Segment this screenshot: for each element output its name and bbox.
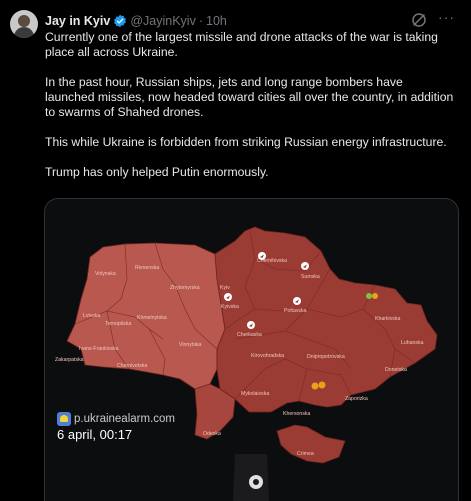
drone-marker-icon [318,381,326,389]
tweet-media-image[interactable]: Volynska Rivnenska Zhytomyrska Kyiv Kyiv… [44,198,459,501]
label-zaporizka: Zaporizka [345,396,368,402]
author-handle[interactable]: @JayinKyiv [130,14,196,28]
author-name[interactable]: Jay in Kyiv [45,14,110,28]
watermark-url: p.ukrainealarm.com [74,413,175,425]
label-donetska: Donetska [385,367,407,373]
tweet-paragraph-4: Trump has only helped Putin enormously. [45,165,269,179]
label-dnipropetrovska: Dnipropetrovska [307,354,345,360]
drone-marker-icon [366,293,372,299]
tweet-text: Currently one of the largest missile and… [45,30,455,195]
tweet-time[interactable]: 10h [206,14,227,28]
map-crimea [276,424,346,464]
label-kyiv: Kyiv [220,285,230,291]
tweet-paragraph-3: This while Ukraine is forbidden from str… [45,135,447,149]
tweet-paragraph-1: Currently one of the largest missile and… [45,30,438,59]
label-ternopilska: Ternopilska [105,321,131,327]
label-vinnytska: Vinnytska [179,342,202,348]
tweet[interactable]: Jay in Kyiv @JayinKyiv · 10h ··· Current… [0,0,471,501]
label-chernivetska: Chernivetska [117,363,147,369]
verified-badge-icon [114,14,127,28]
label-khersonska: Khersonska [283,411,311,417]
label-poltavska: Poltavska [284,308,307,314]
label-cherkaska: Cherkaska [237,332,262,338]
map-date: 6 april, 00:17 [57,427,133,442]
tweet-header: Jay in Kyiv @JayinKyiv · 10h [45,12,227,30]
label-khmelnytska: Khmelnytska [137,315,167,321]
ukrainealarm-logo-icon [57,412,71,426]
drone-marker-icon [372,293,378,299]
ukraine-alert-map: Volynska Rivnenska Zhytomyrska Kyiv Kyiv… [55,226,438,501]
label-odeska: Odeska [203,431,221,437]
missile-marker-icon [301,262,309,270]
label-ivano-frankivska: Ivano-Frankivska [79,346,119,352]
label-mykolaivska: Mykolaivska [241,391,269,397]
label-kyivska: Kyivska [221,304,239,310]
missile-marker-icon [224,293,232,301]
separator-dot: · [198,14,203,28]
label-sumska: Sumska [301,274,320,280]
label-volynska: Volynska [95,271,116,277]
label-lvivska: Lvivska [83,313,100,319]
avatar-body [14,27,34,38]
map-watermark: p.ukrainealarm.com [57,412,175,426]
label-rivnenska: Rivnenska [135,265,159,271]
avatar[interactable] [10,10,38,38]
label-zakarpatska: Zakarpatska [55,357,84,363]
avatar-head [18,15,30,27]
label-crimea: Crimea [297,451,314,457]
drone-marker-icon [311,382,319,390]
label-luhanska: Luhanska [401,340,424,346]
label-zhytomyrska: Zhytomyrska [170,285,200,291]
tweet-paragraph-2: In the past hour, Russian ships, jets an… [45,75,454,119]
missile-marker-icon [293,297,301,305]
more-options-icon[interactable]: ··· [438,9,455,25]
map-east [214,226,438,413]
grok-icon[interactable] [411,12,427,28]
label-kirovohradska: Kirovohradska [251,353,284,359]
missile-marker-icon [247,321,255,329]
label-kharkivska: Kharkivska [375,316,400,322]
missile-marker-icon [258,252,266,260]
